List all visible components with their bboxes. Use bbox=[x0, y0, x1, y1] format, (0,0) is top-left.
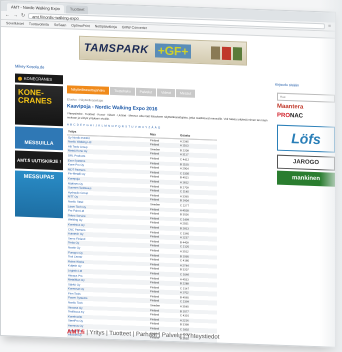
footer-link[interactable]: Tuotteet bbox=[109, 331, 131, 338]
footer-link[interactable]: Palvelu bbox=[162, 333, 182, 340]
tab-videos[interactable]: Videot bbox=[157, 88, 175, 98]
bookmark-item[interactable]: GMW Converter bbox=[122, 25, 147, 30]
ad-messuilla[interactable]: MESSUILLA bbox=[15, 126, 63, 151]
cell-name[interactable]: Paja Oy bbox=[67, 341, 149, 348]
table-row[interactable]: Kone-Ala OyFinlandB 4233 bbox=[67, 346, 217, 347]
top-ad-banner[interactable]: TAMSPARK +GF+ bbox=[79, 35, 247, 66]
forward-icon[interactable]: → bbox=[13, 11, 18, 20]
konecranes-logo-icon bbox=[18, 76, 22, 81]
main-content: Näytteilleasettajahaku Tuotehaku Palvelu… bbox=[67, 85, 271, 348]
browser-window: AMT - Nordic Walking Expo Tuotteet ← → ↻… bbox=[0, 0, 336, 348]
reload-icon[interactable]: ↻ bbox=[21, 11, 25, 20]
ad-konecranes-large[interactable]: KONE-CRANES bbox=[15, 84, 63, 127]
screenshot-stage: AMT - Nordic Walking Expo Tuotteet ← → ↻… bbox=[0, 0, 342, 352]
footer-link[interactable]: Yritys bbox=[89, 330, 104, 337]
bookmark-item[interactable]: Tuotavoiteita bbox=[29, 22, 49, 27]
footer-link[interactable]: Parhaat bbox=[136, 332, 157, 339]
cell-stand: C 3011 bbox=[180, 341, 189, 346]
cell-country: Finland bbox=[149, 344, 179, 348]
cell-name[interactable]: Kone-Ala Oy bbox=[67, 346, 149, 347]
footer-link[interactable]: Yhteystiedot bbox=[186, 334, 219, 341]
back-icon[interactable]: ← bbox=[5, 11, 10, 20]
banner-brand: TAMSPARK bbox=[84, 41, 149, 57]
banner-product-images bbox=[211, 45, 242, 60]
bookmark-item[interactable]: OptimoPrint bbox=[71, 23, 89, 28]
tab-exhibitors[interactable]: Näytteilleasettajahaku bbox=[67, 85, 110, 95]
left-ad-column: KONECRANES KONE-CRANES MESSUILLA AMT.fi … bbox=[15, 73, 63, 219]
login-link[interactable]: Kirjaudu sisään bbox=[275, 83, 299, 88]
banner-slogan: +GF+ bbox=[154, 43, 192, 59]
decorative-shadow bbox=[320, 0, 342, 352]
ad-uutiskirje[interactable]: AMT.fi UUTISKIRJE ! bbox=[15, 150, 63, 171]
footer-brand[interactable]: AMT.fi bbox=[67, 329, 85, 336]
table-row[interactable]: Paja OyFinlandA 1490 bbox=[67, 341, 217, 348]
web-page: TAMSPARK +GF+ Mikey Kosola.de Kirjaudu s… bbox=[1, 27, 335, 348]
ad-konecranes-small[interactable]: KONECRANES bbox=[15, 73, 63, 85]
browser-tab[interactable]: Tuotteet bbox=[65, 5, 89, 15]
bookmark-item[interactable]: SoSaan bbox=[54, 23, 66, 27]
ad-messupas[interactable]: MESSUPAS bbox=[15, 170, 63, 219]
cell-stand: A 1490 bbox=[179, 345, 217, 348]
tab-products[interactable]: Tuotehaku bbox=[110, 86, 135, 96]
bookmark-item[interactable]: Nettipäiväkirja bbox=[95, 24, 117, 29]
tab-fairs[interactable]: Messut bbox=[176, 89, 196, 98]
cell-country: Finland bbox=[150, 340, 160, 345]
exhibitor-table: Yritys Maa Osasto Oy Nordic Exhibit Finla… bbox=[67, 129, 217, 348]
site-logo[interactable]: Mikey Kosola.de bbox=[15, 64, 44, 70]
bookmark-item[interactable]: Sovellukset bbox=[6, 21, 24, 26]
tab-services[interactable]: Palvelut bbox=[135, 87, 157, 97]
